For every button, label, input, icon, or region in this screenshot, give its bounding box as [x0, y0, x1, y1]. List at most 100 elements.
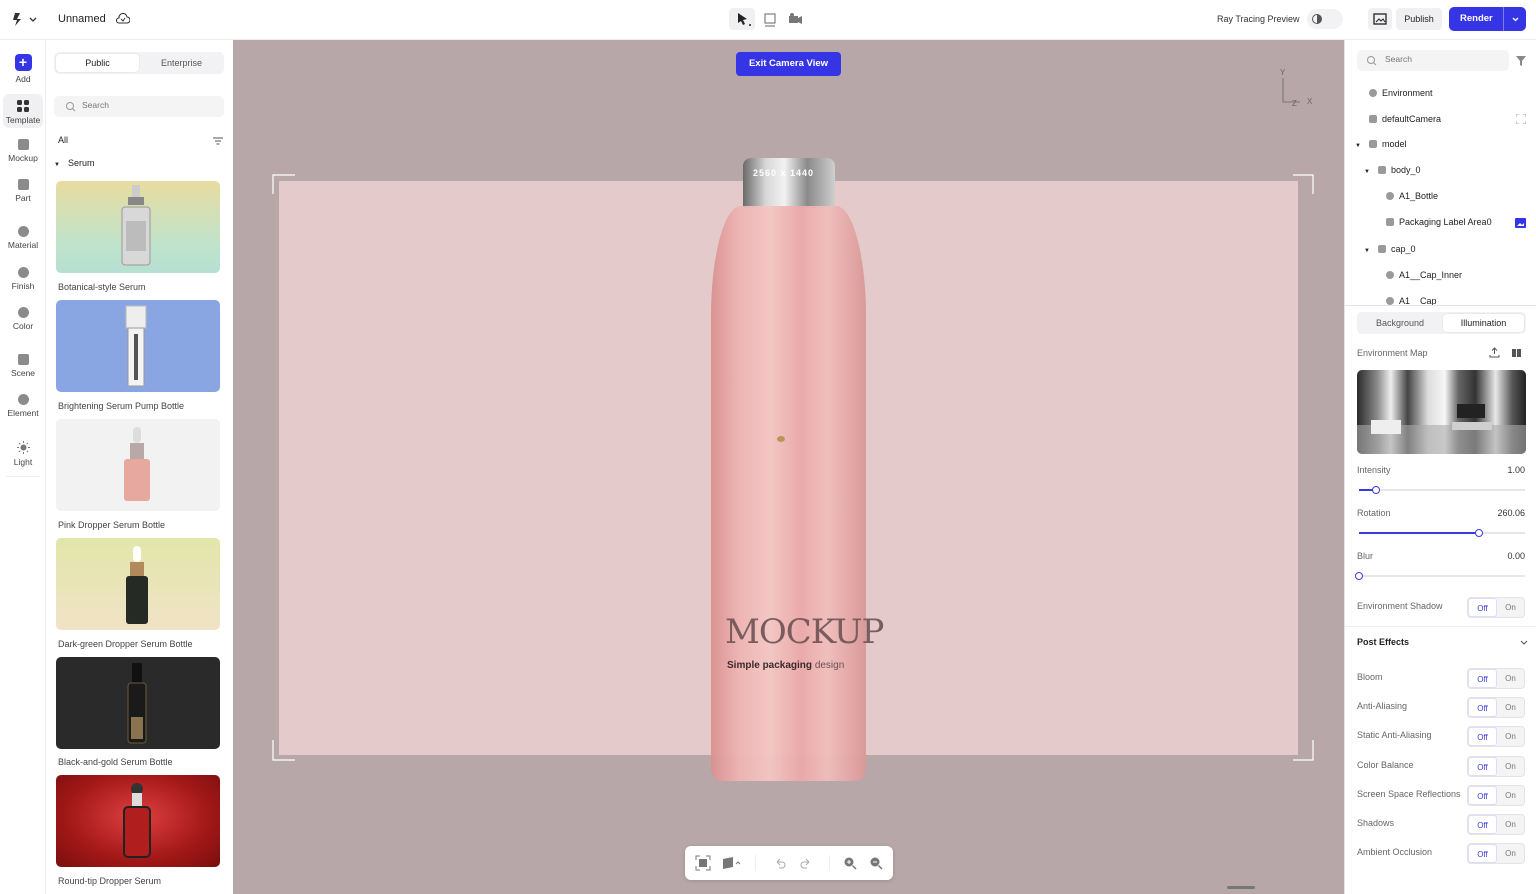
- rail-mockup[interactable]: Mockup: [0, 139, 46, 163]
- category-serum[interactable]: ▼ Serum: [54, 158, 94, 168]
- botanical-serum-thumbnail: [121, 185, 151, 266]
- frame-tool-button[interactable]: [762, 11, 778, 30]
- toggle-off[interactable]: Off: [1468, 669, 1497, 688]
- tree-item-cap-inner[interactable]: A1__Cap_Inner: [1386, 270, 1462, 280]
- tab-public[interactable]: Public: [56, 54, 139, 72]
- select-tool-button[interactable]: [729, 8, 755, 30]
- template-card-pink-dropper[interactable]: [56, 419, 220, 511]
- tree-item-default-camera[interactable]: defaultCamera: [1369, 114, 1441, 124]
- template-card-botanical[interactable]: [56, 181, 220, 273]
- toggle-on[interactable]: On: [1497, 727, 1524, 746]
- logo-menu[interactable]: [10, 10, 38, 28]
- library-icon[interactable]: [1511, 347, 1522, 358]
- effect-toggle[interactable]: Off On: [1467, 843, 1525, 865]
- scene-search[interactable]: [1357, 50, 1509, 71]
- intensity-value[interactable]: 1.00: [1495, 465, 1525, 475]
- toggle-on[interactable]: On: [1497, 757, 1524, 776]
- slider-knob[interactable]: [1371, 486, 1380, 494]
- rail-add[interactable]: + Add: [0, 54, 46, 84]
- rail-light[interactable]: Light: [0, 441, 46, 467]
- zoom-out-icon[interactable]: [869, 856, 883, 870]
- render-button[interactable]: Render: [1449, 7, 1526, 31]
- effect-toggle[interactable]: Off On: [1467, 814, 1525, 835]
- toggle-off[interactable]: Off: [1468, 698, 1497, 718]
- tree-item-a1-bottle[interactable]: A1_Bottle: [1386, 191, 1438, 201]
- resolution-text: 2560 x 1440: [753, 168, 815, 178]
- sort-filter-icon[interactable]: [213, 137, 223, 145]
- toggle-off[interactable]: Off: [1468, 756, 1497, 776]
- rail-scene[interactable]: Scene: [0, 354, 46, 378]
- toggle-off[interactable]: Off: [1468, 785, 1497, 805]
- left-tool-rail: + Add Template Mockup Part Material Fini…: [0, 40, 46, 894]
- effect-toggle[interactable]: Off On: [1467, 726, 1525, 748]
- template-card-dark-green[interactable]: [56, 538, 220, 630]
- tree-item-model[interactable]: ▼ model: [1355, 139, 1406, 149]
- preview-image-button[interactable]: [1368, 8, 1392, 30]
- toggle-off[interactable]: Off: [1468, 844, 1497, 864]
- effect-toggle[interactable]: Off On: [1467, 697, 1525, 719]
- tab-enterprise[interactable]: Enterprise: [141, 54, 222, 72]
- toggle-off[interactable]: Off: [1468, 598, 1497, 617]
- template-name: Pink Dropper Serum Bottle: [58, 520, 166, 530]
- ray-tracing-toggle[interactable]: [1307, 9, 1343, 29]
- template-name: Round-tip Dropper Serum: [58, 876, 162, 886]
- rail-material[interactable]: Material: [0, 226, 46, 250]
- toggle-on[interactable]: On: [1497, 786, 1524, 805]
- effect-toggle[interactable]: Off On: [1467, 784, 1525, 806]
- toggle-on[interactable]: On: [1497, 598, 1524, 617]
- template-card-brightening[interactable]: [56, 300, 220, 392]
- toggle-on[interactable]: On: [1497, 698, 1524, 717]
- environment-shadow-toggle[interactable]: Off On: [1467, 597, 1525, 618]
- tab-illumination[interactable]: Illumination: [1443, 314, 1524, 332]
- viewport-canvas[interactable]: Exit Camera View Y Z X 2560 x 1440 MOCKU…: [233, 40, 1344, 894]
- intensity-slider[interactable]: [1359, 486, 1525, 494]
- template-card-black-gold[interactable]: [56, 657, 220, 749]
- undo-icon[interactable]: [773, 856, 787, 870]
- scene-search-input[interactable]: [1385, 54, 1500, 64]
- slider-knob[interactable]: [1355, 572, 1363, 580]
- filter-all-label[interactable]: All: [58, 135, 68, 145]
- tree-item-body[interactable]: ▼ body_0: [1364, 165, 1420, 175]
- environment-icon: [1369, 89, 1377, 97]
- tree-item-cap[interactable]: ▼ cap_0: [1364, 244, 1415, 254]
- tab-background[interactable]: Background: [1359, 314, 1441, 332]
- rotation-slider[interactable]: [1359, 529, 1525, 537]
- rail-color[interactable]: Color: [0, 307, 46, 331]
- rail-part[interactable]: Part: [0, 179, 46, 203]
- template-card-round-tip[interactable]: [56, 775, 220, 867]
- canvas-scroll-handle[interactable]: [1227, 886, 1255, 889]
- blur-value[interactable]: 0.00: [1495, 551, 1525, 561]
- redo-icon[interactable]: [799, 856, 813, 870]
- toggle-off[interactable]: Off: [1468, 815, 1497, 834]
- chevron-down-icon[interactable]: [1519, 639, 1529, 647]
- post-effects-header[interactable]: Post Effects: [1357, 637, 1409, 647]
- environment-map-thumbnail[interactable]: [1357, 370, 1526, 454]
- effect-toggle[interactable]: Off On: [1467, 755, 1525, 777]
- toggle-off[interactable]: Off: [1468, 727, 1497, 747]
- view-mode-icon[interactable]: [721, 855, 745, 871]
- rotation-value[interactable]: 260.06: [1485, 508, 1525, 518]
- rail-element[interactable]: Element: [0, 394, 46, 418]
- rail-template[interactable]: Template: [3, 94, 43, 128]
- tree-item-environment[interactable]: Environment: [1369, 88, 1433, 98]
- upload-icon[interactable]: [1489, 347, 1500, 358]
- library-search-input[interactable]: [82, 100, 212, 110]
- focus-icon[interactable]: [695, 855, 711, 871]
- library-search[interactable]: [54, 96, 224, 117]
- zoom-in-icon[interactable]: [843, 856, 857, 870]
- camera-focus-icon[interactable]: [1516, 114, 1526, 124]
- rail-finish[interactable]: Finish: [0, 267, 46, 291]
- filter-funnel-icon[interactable]: [1516, 56, 1526, 66]
- toggle-on[interactable]: On: [1497, 669, 1524, 688]
- blur-slider[interactable]: [1355, 572, 1525, 580]
- publish-button[interactable]: Publish: [1396, 8, 1442, 30]
- effect-toggle[interactable]: Off On: [1467, 668, 1525, 689]
- tree-item-packaging-label[interactable]: Packaging Label Area0: [1386, 217, 1492, 227]
- render-dropdown-chevron-icon[interactable]: [1503, 7, 1526, 31]
- toggle-on[interactable]: On: [1497, 844, 1524, 863]
- edit-label-image-icon[interactable]: [1515, 218, 1526, 228]
- camera-tool-button[interactable]: [787, 11, 803, 30]
- document-title[interactable]: Unnamed: [58, 13, 106, 25]
- toggle-on[interactable]: On: [1497, 815, 1524, 834]
- slider-knob[interactable]: [1474, 529, 1483, 537]
